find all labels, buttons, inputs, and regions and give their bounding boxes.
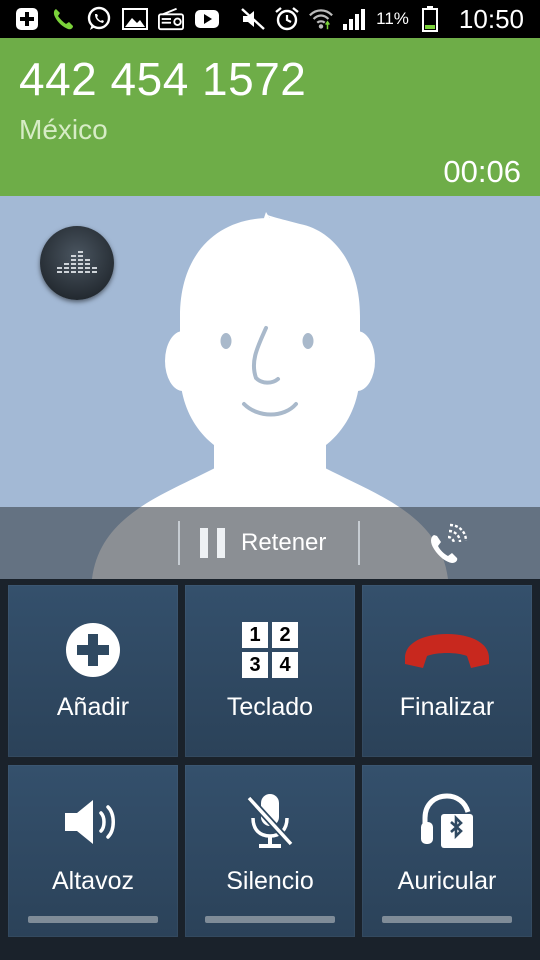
keypad-digit: 2: [272, 622, 298, 648]
headset-button[interactable]: Auricular: [362, 765, 532, 937]
speaker-label: Altavoz: [52, 867, 134, 895]
caller-location: México: [19, 114, 108, 145]
clock: 10:50: [458, 3, 524, 34]
add-call-icon: [8, 619, 178, 681]
add-call-label: Añadir: [56, 693, 130, 721]
equalizer-icon: [57, 251, 97, 273]
call-controls-grid: Añadir 1 2 3 4 Teclado Finalizar Altavoz…: [0, 579, 540, 960]
add-call-button[interactable]: Añadir: [8, 585, 178, 757]
alarm-icon: [274, 6, 300, 32]
bluetooth-headset-icon: [362, 791, 532, 853]
add-icon: [14, 6, 40, 32]
system-status: 11% 10:50: [240, 0, 524, 38]
call-transfer-button[interactable]: [424, 521, 474, 567]
keypad-button[interactable]: 1 2 3 4 Teclado: [185, 585, 355, 757]
mute-label: Silencio: [226, 867, 314, 895]
sound-equalizer-button[interactable]: [40, 226, 114, 300]
phone-transfer-icon: [431, 523, 468, 563]
end-call-button[interactable]: Finalizar: [362, 585, 532, 757]
battery-percent: 11%: [376, 9, 409, 28]
speaker-icon: [8, 791, 178, 853]
keypad-digit: 3: [242, 652, 268, 678]
end-call-icon: [362, 619, 532, 681]
hold-label: Retener: [241, 529, 327, 556]
call-header: 442 454 1572 México 00:06: [0, 38, 540, 196]
youtube-icon: [194, 6, 220, 32]
phone-icon: [50, 6, 76, 32]
caller-number: 442 454 1572: [19, 53, 307, 105]
wifi-icon: [308, 6, 334, 32]
keypad-digit: 1: [242, 622, 268, 648]
notification-icons: [14, 5, 220, 33]
divider: [358, 521, 360, 565]
call-duration: 00:06: [443, 154, 521, 189]
keypad-label: Teclado: [226, 693, 314, 721]
mute-button[interactable]: Silencio: [185, 765, 355, 937]
hold-button[interactable]: Retener: [200, 507, 326, 579]
radio-icon: [158, 6, 184, 32]
headset-status-indicator: [382, 916, 512, 923]
contact-photo-area: Retener: [0, 196, 540, 579]
battery-icon: [417, 6, 443, 32]
mute-icon: [240, 6, 266, 32]
pause-icon: [200, 528, 225, 558]
speaker-status-indicator: [28, 916, 158, 923]
keypad-icon: 1 2 3 4: [185, 619, 355, 681]
headset-label: Auricular: [397, 867, 497, 895]
speaker-button[interactable]: Altavoz: [8, 765, 178, 937]
divider: [178, 521, 180, 565]
status-bar: 11% 10:50: [0, 0, 540, 38]
signal-icon: [342, 6, 368, 32]
gallery-icon: [122, 6, 148, 32]
whatsapp-icon: [86, 6, 112, 32]
mute-status-indicator: [205, 916, 335, 923]
mic-off-icon: [185, 791, 355, 853]
end-call-label: Finalizar: [399, 693, 495, 721]
in-call-action-strip: Retener: [0, 507, 540, 579]
keypad-digit: 4: [272, 652, 298, 678]
